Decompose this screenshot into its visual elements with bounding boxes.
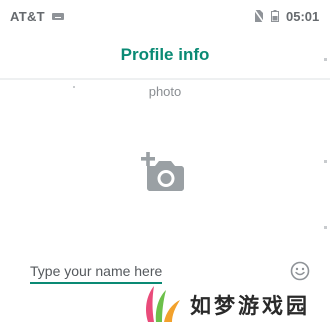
page-title: Profile info [120,45,210,64]
status-bar: AT&T 05:01 [0,0,330,34]
header-divider [0,78,330,80]
edge-mark [324,226,327,229]
emoji-icon[interactable] [290,261,310,281]
add-photo-camera-icon[interactable] [138,150,186,194]
carrier-label: AT&T [10,9,45,24]
status-time: 05:01 [286,9,320,24]
edge-mark [324,160,327,163]
no-sim-icon [254,9,264,23]
battery-icon [271,10,279,22]
watermark-text: 如梦游戏园 [190,294,310,318]
profile-info-screen: AT&T 05:01 Profile info photo Type your … [0,0,330,330]
edge-mark [324,58,327,61]
watermark-leaf-icon [146,286,180,322]
keyboard-icon [52,13,64,20]
photo-label: photo [148,84,182,99]
watermark-logo: 如梦游戏园 [136,280,330,328]
